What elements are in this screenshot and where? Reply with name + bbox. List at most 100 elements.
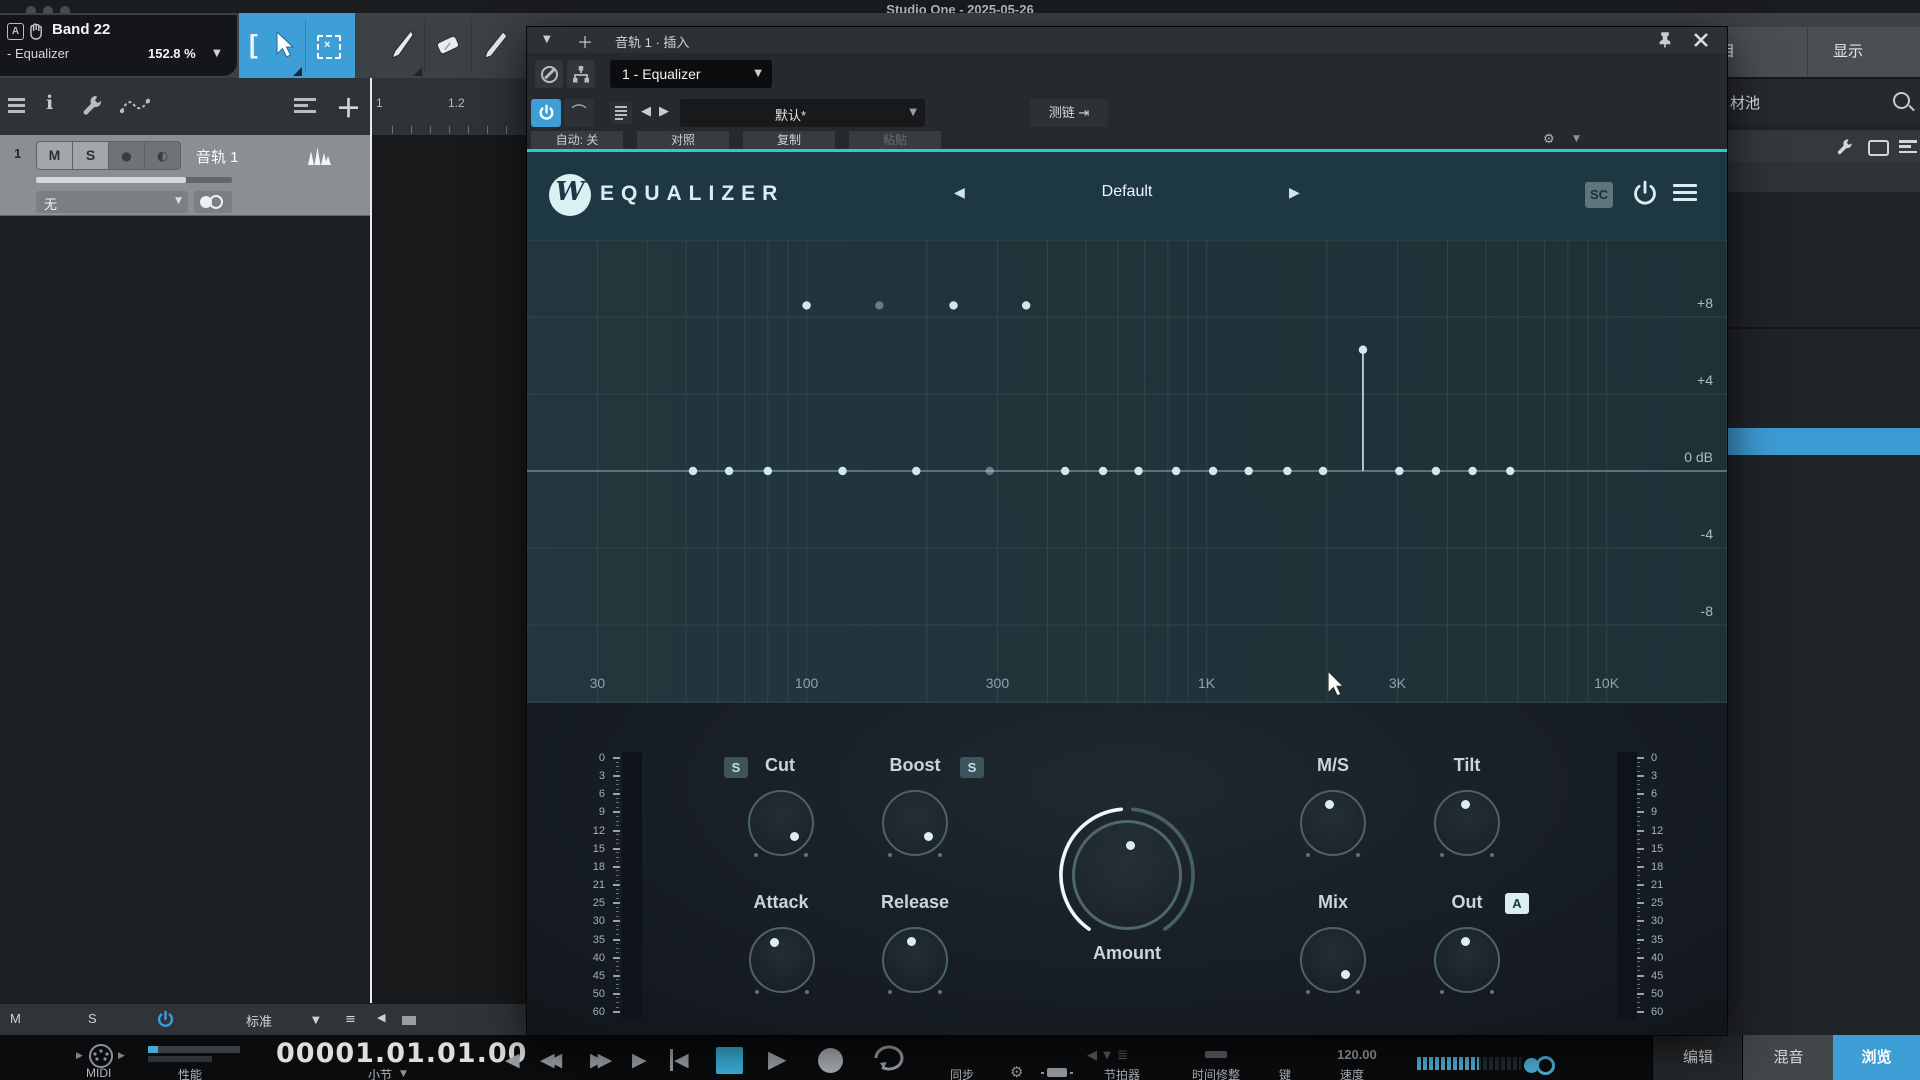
return-to-start-button[interactable]: ◀ bbox=[670, 1049, 689, 1071]
paste-button[interactable]: 粘贴 bbox=[849, 131, 941, 149]
automation-ramp-icon[interactable]: ⌒ bbox=[564, 99, 594, 127]
footer-solo-button[interactable]: S bbox=[88, 1011, 97, 1026]
tempo-value-clipped[interactable]: 120.00 bbox=[1337, 1047, 1377, 1062]
track-list-menu-icon[interactable] bbox=[8, 98, 25, 113]
next-marker-button[interactable]: ▶ bbox=[632, 1049, 647, 1071]
plugin-settings-gear-icon[interactable]: ⚙ bbox=[1543, 132, 1555, 147]
tab-display[interactable]: 显示 bbox=[1833, 40, 1863, 61]
range-bracket-icon[interactable]: [ bbox=[249, 29, 258, 60]
automation-curve-icon[interactable] bbox=[120, 95, 150, 115]
preset-list-button[interactable] bbox=[610, 102, 632, 124]
timestretch-button[interactable]: 时间修整 bbox=[1192, 1066, 1240, 1080]
compare-button[interactable]: 对照 bbox=[637, 131, 729, 149]
eq-band-node[interactable] bbox=[1244, 466, 1253, 476]
cut-knob[interactable] bbox=[736, 778, 826, 868]
eq-next-preset-icon[interactable]: ▶ bbox=[1289, 185, 1300, 201]
precount-icon[interactable] bbox=[1047, 1068, 1067, 1077]
add-track-button[interactable]: ＋ bbox=[336, 89, 361, 125]
play-button[interactable]: ▶ bbox=[768, 1045, 786, 1073]
pencil-tool-button[interactable] bbox=[472, 13, 518, 78]
wrench-icon[interactable] bbox=[80, 93, 104, 117]
footer-list-icon[interactable]: ≡ bbox=[345, 1012, 356, 1027]
eq-band-node[interactable] bbox=[1506, 466, 1515, 476]
track-header[interactable]: 1 M S ● ◐ 音轨 1 无 ▼ bbox=[0, 135, 370, 216]
track-layout-icon[interactable] bbox=[294, 98, 316, 113]
eq-power-icon[interactable] bbox=[1632, 180, 1658, 208]
eq-band-node[interactable] bbox=[985, 466, 994, 476]
routing-button[interactable] bbox=[567, 60, 595, 88]
record-button[interactable] bbox=[818, 1048, 843, 1073]
eq-band-node[interactable] bbox=[1283, 466, 1292, 476]
arrow-tool-icon[interactable] bbox=[271, 30, 297, 60]
browse-view-button[interactable]: 浏览 bbox=[1833, 1035, 1920, 1080]
eq-graph[interactable]: 30 100 300 1K 3K 10K +8 +4 0 dB -4 -8 bbox=[527, 239, 1728, 703]
track-monitor-button[interactable]: ◐ bbox=[144, 141, 181, 170]
mix-view-button[interactable]: 混音 bbox=[1742, 1035, 1834, 1080]
out-auto-badge[interactable]: A bbox=[1505, 893, 1529, 914]
eq-band-node[interactable] bbox=[838, 466, 847, 476]
eq-band-node[interactable] bbox=[1318, 466, 1328, 476]
preset-select[interactable]: 默认* ▼ bbox=[680, 99, 925, 127]
playhead-line[interactable] bbox=[370, 78, 372, 1003]
collapse-caret-icon[interactable]: ▼ bbox=[543, 34, 551, 45]
eq-band-node[interactable] bbox=[1134, 466, 1143, 476]
eq-band-node[interactable] bbox=[1171, 466, 1181, 476]
zoom-level[interactable]: 152.8 % bbox=[148, 46, 196, 61]
eq-band-node[interactable] bbox=[1395, 466, 1404, 476]
pool-list-icon[interactable] bbox=[1899, 140, 1917, 154]
footer-preset-select[interactable]: 标准 bbox=[246, 1011, 272, 1030]
metronome-button[interactable]: 节拍器 bbox=[1104, 1066, 1140, 1080]
transport-time-display[interactable]: 00001.01.01.00 bbox=[276, 1038, 526, 1069]
knife-tool-button[interactable] bbox=[377, 13, 424, 78]
amount-knob[interactable] bbox=[1052, 800, 1202, 950]
eq-band-node[interactable] bbox=[1098, 466, 1108, 476]
tempo-button[interactable]: 速度 bbox=[1340, 1066, 1364, 1080]
pool-selected-row[interactable] bbox=[1727, 428, 1920, 455]
plugin-settings-caret-icon[interactable]: ▼ bbox=[1573, 134, 1580, 144]
performance-label[interactable]: 性能 bbox=[178, 1066, 202, 1080]
monitor-toggle-right[interactable] bbox=[1536, 1056, 1555, 1075]
close-icon[interactable] bbox=[1693, 32, 1709, 48]
eq-band-node[interactable] bbox=[1021, 301, 1031, 310]
attack-knob[interactable] bbox=[737, 915, 827, 1005]
pin-icon[interactable] bbox=[1657, 32, 1673, 48]
arrange-view[interactable] bbox=[370, 135, 527, 1003]
zoom-caret-icon[interactable]: ▼ bbox=[213, 48, 221, 59]
edit-view-button[interactable]: 编辑 bbox=[1652, 1035, 1743, 1080]
ms-knob[interactable] bbox=[1288, 778, 1378, 868]
footer-block-icon[interactable] bbox=[402, 1016, 416, 1025]
automation-mode-button[interactable]: 自动: 关 bbox=[531, 131, 623, 149]
track-input-select[interactable]: 无 ▼ bbox=[36, 191, 188, 213]
tilt-knob[interactable] bbox=[1422, 778, 1512, 868]
eq-band-node[interactable] bbox=[1468, 466, 1477, 476]
track-record-arm-button[interactable]: ● bbox=[108, 141, 145, 170]
eq-band-node[interactable] bbox=[724, 466, 734, 476]
footer-preset-caret-icon[interactable]: ▼ bbox=[312, 1015, 320, 1026]
plugin-power-button[interactable] bbox=[531, 99, 561, 127]
loop-icon[interactable] bbox=[868, 1043, 910, 1073]
footer-prev-icon[interactable]: ◀ bbox=[377, 1011, 385, 1024]
prev-marker-button[interactable]: ◀ bbox=[505, 1049, 520, 1071]
inspector-icon[interactable]: i bbox=[46, 92, 53, 114]
boost-solo-badge[interactable]: S bbox=[960, 757, 984, 778]
key-button[interactable]: 键 bbox=[1279, 1066, 1291, 1080]
release-knob[interactable] bbox=[870, 915, 960, 1005]
rewind-button[interactable]: ◀◀ bbox=[540, 1049, 562, 1071]
track-solo-button[interactable]: S bbox=[72, 141, 109, 170]
eq-band-node[interactable] bbox=[1358, 345, 1368, 354]
track-volume-slider[interactable] bbox=[36, 177, 232, 183]
track-name[interactable]: 音轨 1 bbox=[196, 146, 239, 167]
footer-power-icon[interactable] bbox=[156, 1010, 175, 1029]
copy-button[interactable]: 复制 bbox=[743, 131, 835, 149]
pool-view-icon[interactable] bbox=[1868, 140, 1889, 156]
eq-band-node[interactable] bbox=[1431, 466, 1441, 476]
stop-button[interactable] bbox=[716, 1047, 743, 1074]
track-mute-button[interactable]: M bbox=[36, 141, 73, 170]
out-knob[interactable] bbox=[1422, 915, 1512, 1005]
eq-band-node[interactable] bbox=[802, 301, 811, 310]
add-insert-icon[interactable]: ＋ bbox=[577, 29, 593, 53]
eq-band-node[interactable] bbox=[688, 466, 698, 476]
eq-band-node[interactable] bbox=[1060, 466, 1070, 476]
eq-band-node[interactable] bbox=[1208, 466, 1218, 476]
insert-slot-select[interactable]: 1 - Equalizer ▼ bbox=[610, 60, 772, 88]
